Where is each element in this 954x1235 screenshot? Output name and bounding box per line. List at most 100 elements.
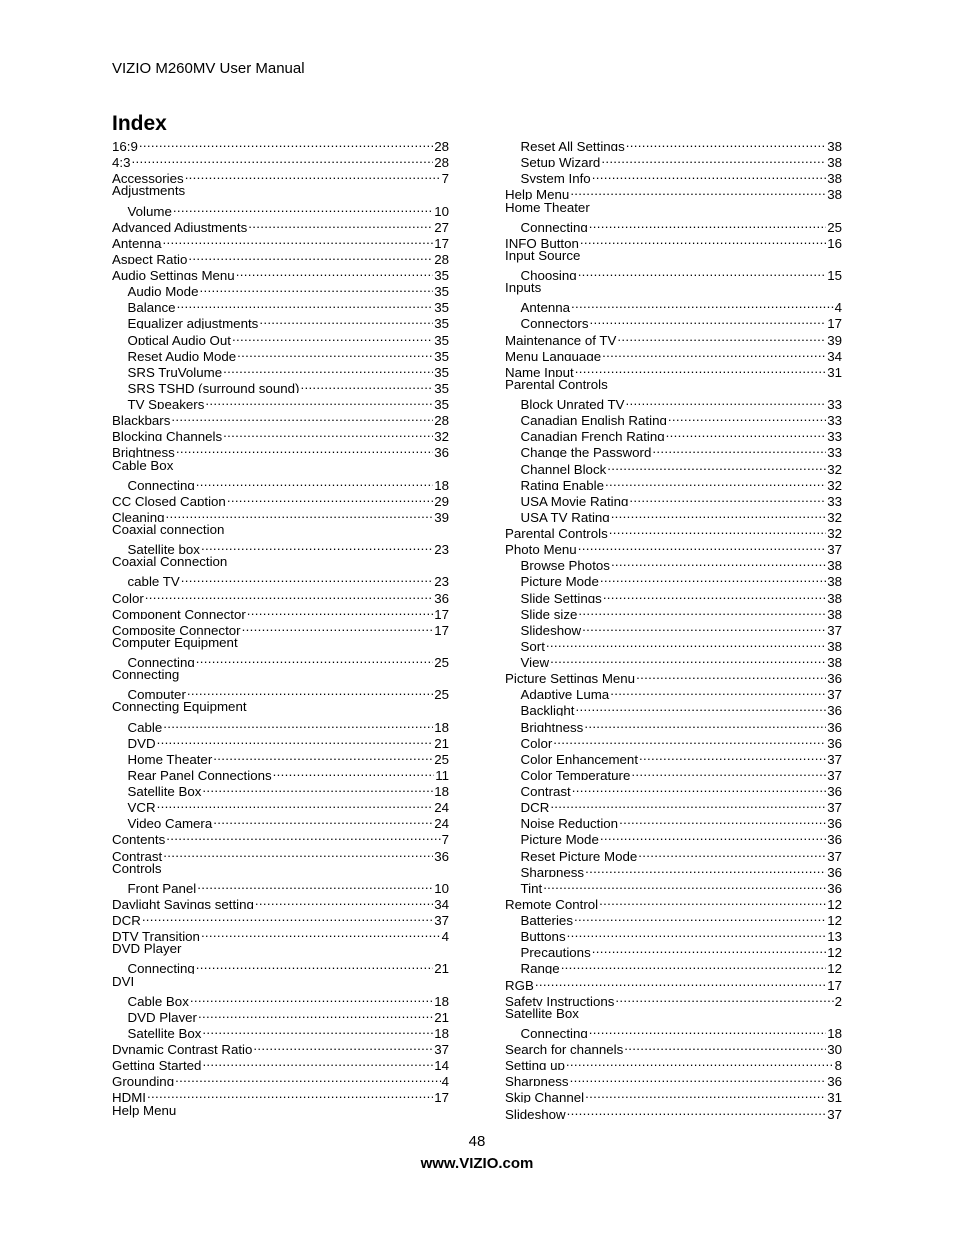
index-page-number: 17	[434, 235, 449, 248]
index-page-number: 35	[434, 348, 449, 361]
index-term: Rear Panel Connections	[127, 767, 272, 780]
dot-leader	[615, 990, 833, 1006]
index-subentry: Front Panel 10	[112, 877, 450, 893]
dot-leader	[585, 1086, 826, 1102]
dot-leader	[585, 861, 826, 877]
index-term: 4:3	[112, 155, 131, 168]
index-term: SRS TruVolume	[127, 364, 223, 377]
index-page-number: 35	[434, 284, 449, 297]
index-page-number: 18	[434, 784, 449, 797]
index-page-number: 39	[827, 332, 842, 345]
index-term: Color	[520, 735, 553, 748]
index-subentry: Batteries 12	[505, 909, 843, 925]
index-page-number: 17	[434, 622, 449, 635]
index-page-number: 12	[827, 896, 842, 909]
index-page-number: 18	[434, 477, 449, 490]
dot-leader	[202, 1054, 433, 1070]
index-term: Change the Password	[520, 445, 652, 458]
index-page-number: 33	[827, 493, 842, 506]
index-term: Contrast	[520, 784, 571, 797]
dot-leader	[601, 151, 826, 167]
index-term: Component Connector	[112, 606, 246, 619]
dot-leader	[638, 845, 826, 861]
index-subentry: Sort 38	[505, 635, 843, 651]
index-term: Getting Started	[112, 1058, 202, 1071]
index-page-number: 38	[827, 638, 842, 651]
dot-leader	[600, 828, 826, 844]
index-subentry: Cable Box 18	[112, 990, 450, 1006]
index-page-number: 37	[827, 767, 842, 780]
index-entry: Advanced Adjustments 27	[112, 216, 449, 232]
index-term: DTV Transition	[112, 929, 200, 942]
dot-leader	[173, 200, 433, 216]
index-term: Picture Settings Menu	[505, 671, 636, 684]
index-page-number: 23	[434, 542, 449, 555]
index-term: Color Temperature	[520, 767, 631, 780]
index-subentry: Buttons 13	[505, 925, 843, 941]
index-term: Canadian French Rating	[520, 429, 665, 442]
index-subentry: Range 12	[505, 957, 843, 974]
index-page-number: 38	[827, 606, 842, 619]
index-entry: Audio Settings Menu 35	[112, 264, 449, 280]
website-link[interactable]: www.VIZIO.com	[0, 1155, 954, 1173]
index-entry: Dynamic Contrast Ratio 37	[112, 1038, 449, 1054]
index-subentry: Color Temperature 37	[505, 764, 843, 780]
index-term: Help Menu	[112, 1102, 177, 1118]
index-page-number: 25	[434, 655, 449, 668]
index-entry: Menu Language 34	[505, 345, 842, 361]
index-entry: Setting up 8	[505, 1054, 842, 1070]
index-page-number: 36	[827, 816, 842, 829]
index-subentry: System Info 38	[505, 167, 843, 183]
index-term: DCR	[112, 913, 141, 926]
dot-leader	[247, 603, 433, 619]
index-page-number: 38	[827, 655, 842, 668]
index-subentry: Optical Audio Out 35	[112, 329, 450, 345]
index-entry: Search for channels 30	[505, 1038, 842, 1054]
dot-leader	[227, 490, 433, 506]
index-page-number: 10	[434, 880, 449, 893]
index-term: Block Unrated TV	[520, 397, 625, 410]
index-term: Satellite box	[127, 542, 200, 555]
index-page-number: 35	[434, 268, 449, 281]
dot-leader	[624, 1038, 826, 1054]
index-entry: Contents 7	[112, 828, 449, 844]
index-term: Balance	[127, 300, 176, 313]
dot-leader	[176, 441, 433, 457]
dot-leader	[166, 506, 434, 522]
index-term: Blackbars	[112, 413, 171, 426]
index-page-number: 38	[827, 574, 842, 587]
index-subentry: Reset All Settings 38	[505, 135, 843, 152]
dot-leader	[259, 312, 433, 328]
index-page-number: 34	[827, 348, 842, 361]
dot-leader	[145, 587, 433, 603]
index-term: Sharpness	[505, 1074, 569, 1087]
index-entry: Inputs	[505, 280, 842, 296]
index-term: Range	[520, 961, 560, 974]
index-entry: Getting Started 14	[112, 1054, 449, 1070]
dot-leader	[629, 490, 826, 506]
dot-leader	[188, 248, 433, 264]
index-entry: Parental Controls	[505, 377, 842, 393]
index-page-number: 36	[827, 719, 842, 732]
dot-leader	[550, 651, 826, 667]
index-term: Photo Menu	[505, 542, 577, 555]
index-page-number: 17	[434, 1090, 449, 1103]
index-page-number: 38	[827, 139, 842, 152]
index-term: Name Input	[505, 364, 574, 377]
index-term: Parental Controls	[505, 526, 608, 539]
index-term: Help Menu	[505, 187, 570, 200]
dot-leader	[157, 732, 434, 748]
index-term: Tint	[520, 880, 543, 893]
index-entry: Connecting	[112, 667, 449, 683]
dot-leader	[575, 361, 826, 377]
index-page-number: 7	[441, 171, 449, 184]
index-page-number: 29	[434, 493, 449, 506]
index-page-number: 33	[827, 429, 842, 442]
dot-leader	[248, 216, 433, 232]
index-term: Satellite Box	[127, 784, 202, 797]
index-page-number: 36	[827, 703, 842, 716]
index-subentry: Connecting 18	[112, 474, 450, 490]
index-entry: Photo Menu 37	[505, 538, 842, 554]
index-subentry: View 38	[505, 651, 843, 668]
index-term: Computer	[127, 687, 186, 700]
